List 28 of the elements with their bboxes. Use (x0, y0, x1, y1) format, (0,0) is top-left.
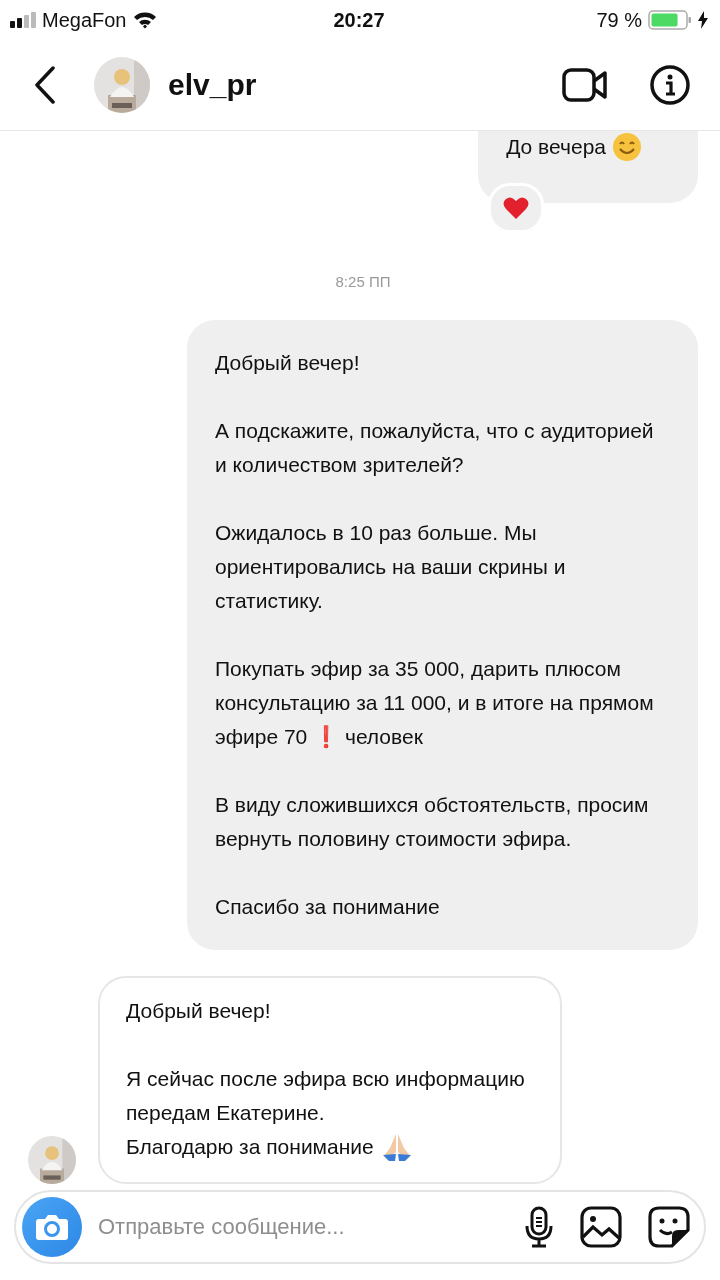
back-icon[interactable] (34, 66, 56, 104)
info-icon[interactable] (650, 65, 690, 105)
camera-icon[interactable] (35, 1213, 69, 1241)
message-text: Я сейчас после эфира всю информацию передам Екатерине. (126, 1066, 526, 1126)
message-text: Покупать эфир за 35 000, дарить плюсом консультацию за 11 000, и в итоге на прямом эфире 70 ❗ человек (215, 656, 655, 750)
message-text: В виду сложившихся обстоятельств, просим вернуть половину стоимости эфира. (215, 792, 650, 852)
wifi-icon (132, 11, 157, 29)
message-text: Добрый вечер! (126, 998, 271, 1024)
message-text: Добрый вечер! (215, 350, 360, 376)
clock-time: 20:27 (333, 8, 385, 31)
message-text: А подскажите, пожалуйста, что с аудиторией и количеством зрителей? (215, 418, 655, 478)
signal-icon (10, 12, 36, 28)
message-text: Ожидалось в 10 раз больше. Мы ориентировались на ваши скрины и статистику. (215, 520, 567, 614)
microphone-icon[interactable] (524, 1206, 554, 1248)
message-field[interactable]: Отправьте сообщение... (96, 1213, 524, 1241)
video-camera-icon[interactable] (562, 68, 608, 102)
battery-percent: 79 % (596, 8, 642, 32)
sticker-icon[interactable] (648, 1206, 690, 1248)
timestamp: 8:25 ПП (335, 273, 391, 290)
message-text: До вечера (506, 134, 606, 160)
battery-icon (648, 10, 692, 30)
charging-icon (698, 11, 708, 29)
username[interactable]: elv_pr (168, 68, 562, 102)
message-text: Благодарю за понимание (126, 1134, 374, 1160)
carrier-name: MegaFon (42, 8, 127, 32)
heart-icon (503, 196, 530, 220)
image-icon[interactable] (580, 1206, 622, 1248)
message-text: Спасибо за понимание (215, 894, 440, 920)
